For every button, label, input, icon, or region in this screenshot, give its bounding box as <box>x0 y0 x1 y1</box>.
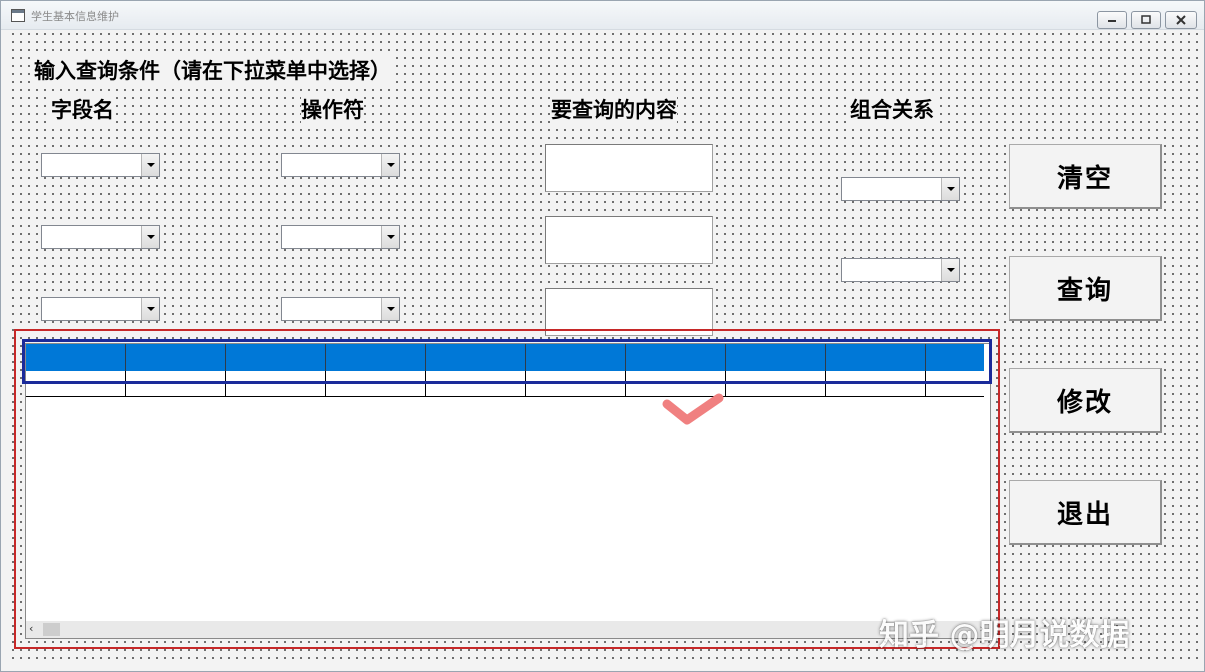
dropdown-arrow-icon[interactable] <box>141 154 159 176</box>
content-input-1[interactable] <box>545 144 713 192</box>
dropdown-arrow-icon[interactable] <box>141 226 159 248</box>
operator-select-1[interactable] <box>281 153 400 177</box>
query-heading: 输入查询条件（请在下拉菜单中选择） <box>34 55 391 85</box>
close-button[interactable] <box>1165 11 1197 29</box>
clear-button[interactable]: 清空 <box>1009 144 1162 209</box>
watermark: 知乎 @明月说数据 <box>879 618 1130 653</box>
minimize-button[interactable] <box>1097 11 1127 29</box>
content-input-2[interactable] <box>545 216 713 264</box>
restore-icon <box>1141 15 1151 24</box>
app-window: 学生基本信息维护 输入查询条件（请在下拉菜单中选择） 字段名 操作符 要查询的内… <box>0 0 1205 672</box>
relation-select-1[interactable] <box>841 177 960 201</box>
dropdown-arrow-icon[interactable] <box>941 259 959 281</box>
field-select-3[interactable] <box>41 297 160 321</box>
maximize-button[interactable] <box>1131 11 1161 29</box>
minimize-icon <box>1108 20 1116 22</box>
dropdown-arrow-icon[interactable] <box>381 154 399 176</box>
label-field-name: 字段名 <box>51 94 114 124</box>
form-client-area: 输入查询条件（请在下拉菜单中选择） 字段名 操作符 要查询的内容 组合关系 清空… <box>9 30 1198 665</box>
dropdown-arrow-icon[interactable] <box>381 226 399 248</box>
operator-select-2[interactable] <box>281 225 400 249</box>
field-select-2[interactable] <box>41 225 160 249</box>
label-combine-relation: 组合关系 <box>850 94 934 124</box>
dropdown-arrow-icon[interactable] <box>941 178 959 200</box>
window-title: 学生基本信息维护 <box>31 10 119 23</box>
dropdown-arrow-icon[interactable] <box>381 298 399 320</box>
dropdown-arrow-icon[interactable] <box>141 298 159 320</box>
query-button[interactable]: 查询 <box>1009 256 1162 321</box>
app-icon <box>11 9 25 22</box>
close-icon <box>1176 15 1186 25</box>
modify-button[interactable]: 修改 <box>1009 368 1162 433</box>
operator-select-3[interactable] <box>281 297 400 321</box>
label-query-content: 要查询的内容 <box>551 94 677 124</box>
field-select-1[interactable] <box>41 153 160 177</box>
relation-select-2[interactable] <box>841 258 960 282</box>
exit-button[interactable]: 退出 <box>1009 480 1162 545</box>
label-operator: 操作符 <box>301 94 364 124</box>
title-bar[interactable]: 学生基本信息维护 <box>1 1 1204 30</box>
header-highlight-frame <box>22 339 992 384</box>
checkmark-icon <box>662 393 724 425</box>
